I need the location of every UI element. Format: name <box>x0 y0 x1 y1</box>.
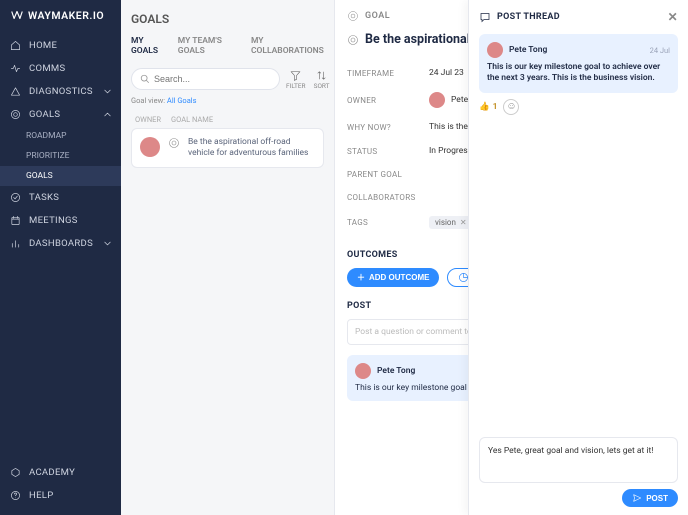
plus-icon: ＋ <box>357 272 365 283</box>
post-button[interactable]: POST <box>622 489 678 507</box>
home-icon <box>10 40 21 51</box>
thread-body: This is our key milestone goal to achiev… <box>487 62 670 85</box>
list-header: OWNER GOAL NAME <box>131 115 324 128</box>
filter-icon <box>289 69 302 82</box>
thread-header: POST THREAD ✕ <box>479 10 678 24</box>
search-input[interactable] <box>154 74 271 84</box>
tags-value: vision ✕ <box>429 216 473 229</box>
status-value: In Progress <box>429 146 472 156</box>
hexagon-icon <box>10 467 21 478</box>
triangle-icon <box>10 86 21 97</box>
goal-text: Be the aspirational off-road vehicle for… <box>188 137 315 159</box>
reaction-thumbs-up[interactable]: 👍 1 <box>479 101 497 113</box>
add-outcome-button[interactable]: ＋ ADD OUTCOME <box>347 268 439 287</box>
main: GOALS MY GOALS MY TEAM'S GOALS MY COLLAB… <box>121 0 688 515</box>
chevron-down-icon <box>102 238 113 249</box>
avatar <box>429 92 445 108</box>
thread-date: 24 Jul <box>650 46 670 55</box>
col-goalname: GOAL NAME <box>171 115 213 124</box>
chevron-down-icon <box>102 86 113 97</box>
tag-chip[interactable]: vision ✕ <box>429 216 473 229</box>
field-label: TIMEFRAME <box>347 69 425 78</box>
field-label: STATUS <box>347 147 425 156</box>
thumbs-up-icon: 👍 <box>479 102 490 112</box>
nav-academy[interactable]: ACADEMY <box>0 461 121 484</box>
avatar <box>487 42 503 58</box>
reactions: 👍 1 ☺ <box>479 99 678 115</box>
post-author: Pete Tong <box>377 366 415 376</box>
avatar <box>140 137 160 157</box>
send-icon <box>632 493 642 503</box>
tab-collaborations[interactable]: MY COLLABORATIONS <box>251 36 324 56</box>
nav-help[interactable]: HELP <box>0 484 121 507</box>
thread-panel: POST THREAD ✕ Pete Tong 24 Jul This is o… <box>468 0 688 515</box>
search-input-wrapper[interactable] <box>131 68 280 90</box>
col-owner: OWNER <box>135 115 161 124</box>
search-icon <box>140 74 150 84</box>
nav-comms[interactable]: COMMS <box>0 57 121 80</box>
target-icon <box>347 10 359 22</box>
field-label: TAGS <box>347 218 425 227</box>
thread-author: Pete Tong <box>509 45 547 55</box>
nav-label: ACADEMY <box>29 467 75 478</box>
goal-list-item[interactable]: Be the aspirational off-road vehicle for… <box>131 128 324 168</box>
field-label: COLLABORATORS <box>347 193 425 202</box>
field-label: WHY NOW? <box>347 123 425 132</box>
sort-icon <box>315 69 328 82</box>
field-label: OWNER <box>347 96 425 105</box>
message-icon <box>479 11 491 23</box>
close-icon[interactable]: ✕ <box>460 218 467 227</box>
goals-column: GOALS MY GOALS MY TEAM'S GOALS MY COLLAB… <box>121 0 335 515</box>
target-icon <box>168 137 180 149</box>
sort-label: SORT <box>314 82 330 90</box>
nav-dashboards[interactable]: DASHBOARDS <box>0 232 121 255</box>
thread-post: Pete Tong 24 Jul This is our key milesto… <box>479 34 678 93</box>
activity-icon <box>10 63 21 74</box>
goal-view-link[interactable]: All Goals <box>167 96 197 105</box>
nav-goals-goals[interactable]: GOALS <box>0 166 121 186</box>
nav-label: MEETINGS <box>29 215 78 226</box>
page-title: GOALS <box>131 12 324 26</box>
target-icon <box>347 34 359 46</box>
goal-view: Goal view: All Goals <box>131 96 324 105</box>
nav-label: DASHBOARDS <box>29 238 93 249</box>
search-row: FILTER SORT PRESENT <box>131 68 324 90</box>
field-label: PARENT GOAL <box>347 170 425 179</box>
nav-goals-prioritize[interactable]: PRIORITIZE <box>0 146 121 166</box>
nav-label: HOME <box>29 40 57 51</box>
reply-input[interactable]: Yes Pete, great goal and vision, lets ge… <box>479 437 678 483</box>
filter-label: FILTER <box>286 82 306 90</box>
brand-logo: WAYMAKER.IO <box>0 0 121 30</box>
sidebar: WAYMAKER.IO HOME COMMS DIAGNOSTICS GOALS… <box>0 0 121 515</box>
tab-team-goals[interactable]: MY TEAM'S GOALS <box>178 36 239 56</box>
help-icon <box>10 490 21 501</box>
nav-label: TASKS <box>29 192 59 203</box>
tab-my-goals[interactable]: MY GOALS <box>131 36 166 56</box>
chevron-up-icon <box>102 109 113 120</box>
nav-label: COMMS <box>29 63 65 74</box>
nav-label: DIAGNOSTICS <box>29 86 93 97</box>
add-reaction-button[interactable]: ☺ <box>503 99 519 115</box>
nav-goals[interactable]: GOALS <box>0 103 121 126</box>
reaction-count: 1 <box>493 102 498 112</box>
nav-label: GOALS <box>29 109 60 120</box>
avatar <box>355 363 371 379</box>
check-circle-icon <box>10 192 21 203</box>
close-button[interactable]: ✕ <box>668 10 678 24</box>
nav: HOME COMMS DIAGNOSTICS GOALS ROADMAP PRI… <box>0 30 121 461</box>
target-icon <box>10 109 21 120</box>
filter-button[interactable]: FILTER <box>286 69 306 90</box>
nav-label: HELP <box>29 490 54 501</box>
bar-chart-icon <box>10 238 21 249</box>
nav-diagnostics[interactable]: DIAGNOSTICS <box>0 80 121 103</box>
nav-goals-roadmap[interactable]: ROADMAP <box>0 126 121 146</box>
goals-tabs: MY GOALS MY TEAM'S GOALS MY COLLABORATIO… <box>131 36 324 56</box>
sort-button[interactable]: SORT <box>314 69 330 90</box>
calendar-icon <box>10 215 21 226</box>
nav-home[interactable]: HOME <box>0 34 121 57</box>
nav-tasks[interactable]: TASKS <box>0 186 121 209</box>
nav-bottom: ACADEMY HELP <box>0 461 121 515</box>
nav-meetings[interactable]: MEETINGS <box>0 209 121 232</box>
